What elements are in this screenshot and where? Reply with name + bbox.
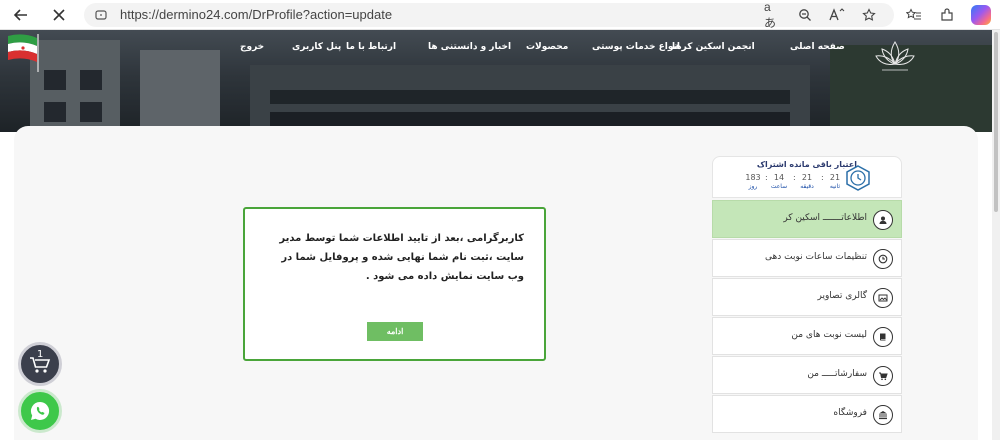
countdown-minutes: 21 bbox=[801, 173, 813, 182]
sidebar-item-my-orders[interactable]: سفارشاتـــــ من bbox=[712, 356, 902, 394]
address-bar[interactable]: https://dermino24.com/DrProfile?action=u… bbox=[84, 0, 894, 30]
url-text: https://dermino24.com/DrProfile?action=u… bbox=[120, 7, 393, 22]
countdown-hours: 14 bbox=[773, 173, 785, 182]
image-icon bbox=[873, 288, 893, 308]
read-aloud-icon[interactable]: aあ bbox=[764, 0, 782, 30]
countdown-days-label: روز bbox=[748, 183, 758, 190]
lock-icon bbox=[95, 10, 107, 20]
extensions-icon[interactable] bbox=[937, 5, 957, 25]
site-header: صفحه اصلی انجمن اسکین کرها انواع خدمات پ… bbox=[0, 30, 992, 132]
countdown-separator: : bbox=[793, 173, 796, 182]
nav-home[interactable]: صفحه اصلی bbox=[790, 42, 845, 60]
nav-news[interactable]: اخبار و دانستنی ها bbox=[428, 42, 511, 60]
sidebar-item-label: لیست نوبت های من bbox=[791, 330, 867, 340]
user-badge-icon bbox=[873, 210, 893, 230]
clock-icon bbox=[873, 249, 893, 269]
close-icon[interactable] bbox=[48, 4, 70, 26]
sidebar-item-my-appointments[interactable]: لیست نوبت های من bbox=[712, 317, 902, 355]
nav-association[interactable]: انجمن اسکین کرها bbox=[672, 42, 755, 60]
back-arrow-icon[interactable] bbox=[10, 4, 32, 26]
countdown-seconds-label: ثانیه bbox=[829, 183, 841, 190]
favorites-list-icon[interactable] bbox=[904, 5, 924, 25]
nav-products[interactable]: محصولات bbox=[526, 42, 568, 60]
subscription-box: اعتبار باقی مانده اشتراک 21 ثانیه : 21 د… bbox=[712, 156, 902, 198]
dialog-message: کاربرگرامی ،بعد از تایید اطلاعات شما توس… bbox=[279, 233, 524, 282]
sidebar-item-label: اطلاعاتـــــــ اسکین کر bbox=[783, 213, 867, 223]
continue-button[interactable]: ادامه bbox=[367, 322, 423, 341]
profile-sidebar: اعتبار باقی مانده اشتراک 21 ثانیه : 21 د… bbox=[712, 156, 902, 440]
copilot-icon[interactable] bbox=[971, 5, 991, 25]
sidebar-item-label: سفارشاتـــــ من bbox=[807, 369, 867, 379]
cart-count-badge: 1 bbox=[37, 349, 44, 360]
sidebar-item-label: تنظیمات ساعات نوبت دهی bbox=[765, 252, 867, 262]
countdown-seconds: 21 bbox=[829, 173, 841, 182]
browser-toolbar: https://dermino24.com/DrProfile?action=u… bbox=[0, 0, 1000, 30]
nav-skin-services[interactable]: انواع خدمات پوستی bbox=[592, 42, 680, 60]
book-icon bbox=[873, 327, 893, 347]
scrollbar-thumb[interactable] bbox=[994, 32, 998, 212]
countdown-separator: : bbox=[765, 173, 768, 182]
sidebar-item-label: گالری تصاویر bbox=[817, 291, 867, 301]
bank-icon bbox=[873, 405, 893, 425]
sidebar-item-label: فروشگاه bbox=[833, 408, 867, 418]
countdown-minutes-label: دقیقه bbox=[800, 183, 814, 190]
iran-flag-icon bbox=[8, 34, 39, 72]
favorite-star-icon[interactable] bbox=[860, 6, 878, 24]
confirmation-dialog: کاربرگرامی ،بعد از تایید اطلاعات شما توس… bbox=[243, 207, 546, 361]
subscription-title: اعتبار باقی مانده اشتراک bbox=[756, 160, 857, 169]
sidebar-item-shop[interactable]: فروشگاه bbox=[712, 395, 902, 433]
nav-user-panel[interactable]: پنل کاربری bbox=[292, 42, 341, 60]
sidebar-item-skincare-info[interactable]: اطلاعاتـــــــ اسکین کر bbox=[712, 200, 902, 238]
countdown-days: 183 bbox=[745, 173, 761, 182]
font-size-icon[interactable] bbox=[828, 6, 846, 24]
sidebar-item-schedule-settings[interactable]: تنظیمات ساعات نوبت دهی bbox=[712, 239, 902, 277]
cart-icon bbox=[873, 366, 893, 386]
countdown-hours-label: ساعت bbox=[770, 183, 788, 190]
site-logo-lotus-icon[interactable] bbox=[874, 36, 916, 76]
floating-cart-button[interactable]: 1 bbox=[18, 342, 62, 386]
floating-whatsapp-button[interactable] bbox=[18, 389, 62, 433]
zoom-icon[interactable] bbox=[796, 6, 814, 24]
countdown-separator: : bbox=[821, 173, 824, 182]
nav-contact[interactable]: ارتباط با ما bbox=[346, 42, 396, 60]
whatsapp-icon bbox=[30, 401, 50, 420]
nav-logout[interactable]: خروج bbox=[240, 42, 264, 60]
sidebar-item-gallery[interactable]: گالری تصاویر bbox=[712, 278, 902, 316]
subscription-badge-icon bbox=[846, 165, 870, 191]
